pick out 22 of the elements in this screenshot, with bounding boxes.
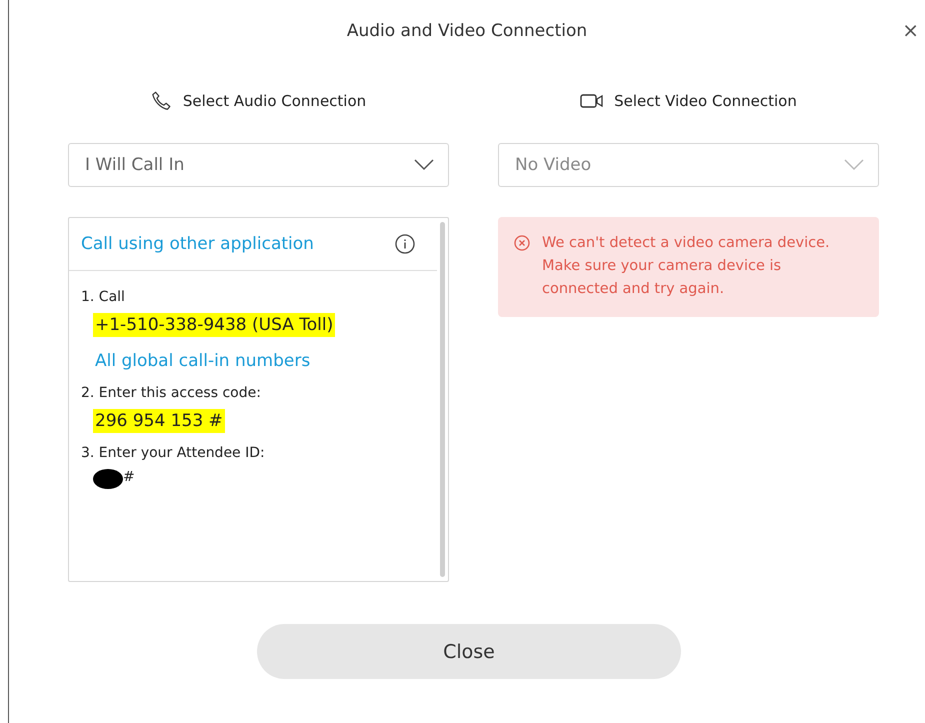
audio-dropdown[interactable]: I Will Call In <box>68 143 449 187</box>
dial-number: +1-510-338-9438 (USA Toll) <box>93 313 336 337</box>
chevron-down-icon <box>414 159 434 171</box>
dial-number: 296 954 153 # <box>93 409 225 433</box>
audio-heading: Select Audio Connection <box>182 92 366 110</box>
step-label: 1. Call <box>81 289 126 305</box>
video-heading: Select Video Connection <box>614 92 797 110</box>
step-label: 2. Enter this access code: <box>81 385 262 401</box>
video-camera-icon <box>580 93 604 109</box>
error-icon <box>514 235 530 251</box>
window-title: Audio and Video Connection <box>346 21 588 41</box>
redaction-mark <box>93 469 123 489</box>
close-button[interactable]: Close <box>257 624 681 679</box>
phone-icon <box>150 90 173 112</box>
call-other-application-link[interactable]: Call using other application <box>81 234 314 254</box>
error-message: We can't detect a video camera device. Make sure your camera device is connected and try again. <box>542 234 831 299</box>
step-label: 3. Enter your Attendee ID: <box>81 445 266 461</box>
attendee-id-suffix: # <box>123 469 135 485</box>
info-icon[interactable] <box>395 234 415 254</box>
scrollbar[interactable] <box>440 222 445 577</box>
global-numbers-link[interactable]: All global call-in numbers <box>93 349 312 373</box>
chevron-down-icon <box>844 159 864 171</box>
